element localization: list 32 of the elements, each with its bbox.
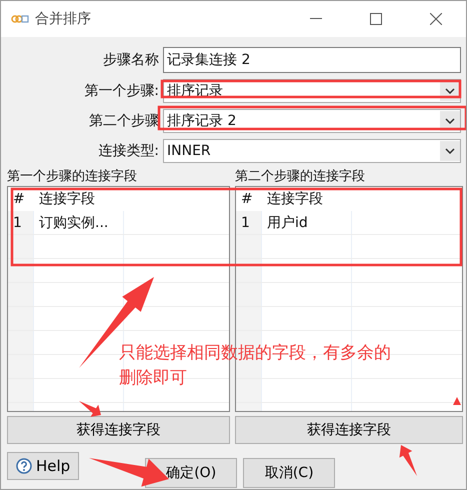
annotation-arrow [399, 445, 417, 476]
annotation-arrow [453, 397, 461, 405]
minimize-icon [310, 18, 322, 20]
table-label: 第二个步骤的连接字段 [235, 169, 365, 186]
dropdown-field[interactable]: INNER [163, 139, 461, 163]
column-header[interactable]: # [236, 187, 262, 211]
help-icon [16, 458, 32, 474]
chevron-down-icon [445, 88, 455, 94]
close-icon [430, 13, 442, 25]
field-label: 连接类型: [97, 142, 159, 160]
field-label: 第一个步骤: [83, 82, 159, 100]
window-title: 合并排序 [35, 10, 92, 28]
chevron-down-icon [445, 118, 455, 124]
field-label: 步骤名称 [102, 51, 159, 69]
help-button[interactable]: Help [7, 452, 80, 480]
chevron-down-icon [445, 148, 455, 154]
table-cell-text: 用户id [266, 214, 309, 232]
text-field[interactable]: 记录集连接 2 [163, 47, 461, 73]
row-number: 1 [12, 214, 23, 232]
row-number: 1 [240, 214, 251, 232]
field-label: 第二个步骤 [88, 112, 159, 130]
column-header[interactable]: # [8, 187, 34, 211]
table-cell-text: 订购实例... [38, 214, 110, 232]
column-header[interactable]: 连接字段 [34, 187, 124, 211]
maximize-icon [370, 13, 382, 25]
app-icon [11, 14, 29, 24]
column-header[interactable]: 连接字段 [262, 187, 352, 211]
annotation-arrow [79, 401, 101, 417]
table-label: 第一个步骤的连接字段 [7, 169, 137, 186]
get-fields-button[interactable]: 获得连接字段 [235, 416, 463, 444]
get-fields-button[interactable]: 获得连接字段 [7, 416, 230, 444]
cancel-button[interactable]: 取消(C) [243, 458, 336, 488]
